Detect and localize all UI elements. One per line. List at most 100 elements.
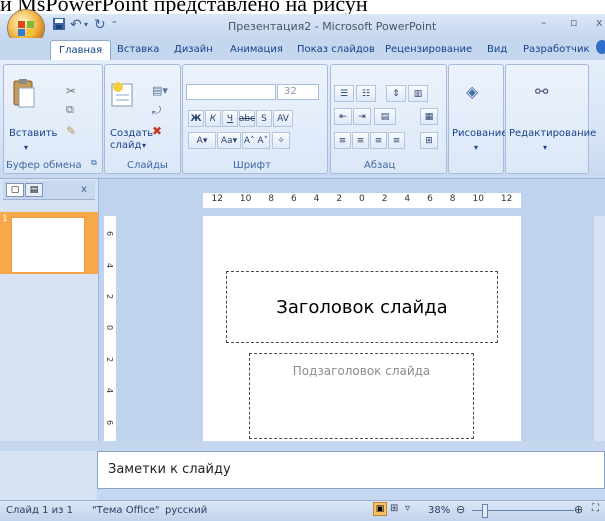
outline-tab-icon[interactable]: ▤: [25, 183, 43, 197]
change-case-button[interactable]: Aa▾: [217, 132, 241, 149]
editing-button[interactable]: Редактирование: [509, 128, 596, 139]
cropped-document-text: и MsPowerPoint представлено на рисун: [0, 0, 368, 14]
help-icon[interactable]: [596, 40, 605, 54]
tab-developer[interactable]: Разработчик: [523, 44, 590, 55]
justify-button[interactable]: ≡: [388, 132, 405, 149]
title-placeholder[interactable]: Заголовок слайда: [226, 271, 498, 343]
notes-splitter[interactable]: [0, 441, 605, 451]
slide-thumbnail[interactable]: [10, 216, 86, 274]
ruler-tick: 8: [449, 194, 456, 204]
editing-dropdown-icon[interactable]: ▾: [543, 142, 547, 153]
slideshow-view-icon[interactable]: ▿: [405, 503, 410, 514]
theme-name: "Тема Office": [92, 505, 160, 516]
ruler-tick: 2: [105, 294, 115, 300]
zoom-level[interactable]: 38%: [428, 505, 450, 516]
ruler-tick: 4: [105, 262, 115, 268]
clear-format-button[interactable]: ✧: [272, 132, 290, 149]
strikethrough-button[interactable]: abc: [239, 110, 255, 127]
font-size-field[interactable]: 32: [277, 84, 319, 100]
underline-button[interactable]: Ч: [222, 110, 238, 127]
ruler-ticks: 12 10 8 6 4 2 0 2 4 6 8 10 12: [203, 194, 521, 207]
slide-number: 1: [2, 214, 8, 224]
group-drawing: [448, 64, 504, 174]
vertical-scrollbar[interactable]: [594, 216, 605, 441]
paste-button[interactable]: Вставить: [9, 128, 57, 139]
format-painter-icon[interactable]: ✎: [66, 124, 76, 138]
tab-view[interactable]: Вид: [487, 44, 507, 55]
ruler-tick: 2: [336, 194, 343, 204]
tab-review[interactable]: Рецензирование: [385, 44, 472, 55]
ruler-tick: 8: [268, 194, 275, 204]
tab-slideshow[interactable]: Показ слайдов: [297, 44, 375, 55]
smartart-button[interactable]: ⊞: [420, 132, 438, 149]
drawing-icon[interactable]: ◈: [466, 82, 478, 101]
subtitle-placeholder[interactable]: Подзаголовок слайда: [249, 353, 474, 439]
language[interactable]: русский: [165, 505, 207, 516]
zoom-slider-thumb[interactable]: [482, 504, 488, 518]
new-slide-label[interactable]: Создать: [110, 128, 153, 139]
delete-slide-icon[interactable]: ✖: [152, 124, 162, 138]
align-left-button[interactable]: ≡: [334, 132, 351, 149]
slide-counter: Слайд 1 из 1: [6, 505, 73, 516]
tab-insert[interactable]: Вставка: [117, 44, 159, 55]
italic-button[interactable]: К: [205, 110, 221, 127]
vertical-ruler-ticks: 6 4 2 0 2 4 6: [104, 218, 116, 438]
copy-icon[interactable]: ⧉: [66, 103, 74, 117]
ruler-tick: 6: [290, 194, 297, 204]
slides-tab-icon[interactable]: ▢: [6, 183, 24, 197]
save-icon[interactable]: [52, 17, 66, 33]
drawing-button[interactable]: Рисование: [452, 128, 507, 139]
dialog-launcher-icon[interactable]: ⧉: [91, 158, 97, 168]
zoom-in-icon[interactable]: ⊕: [574, 503, 583, 516]
ruler-tick: 12: [500, 194, 513, 204]
drawing-dropdown-icon[interactable]: ▾: [474, 142, 478, 153]
paste-dropdown-icon[interactable]: ▾: [24, 142, 28, 153]
spacing-button[interactable]: AV: [273, 110, 293, 127]
redo-icon[interactable]: ↻: [94, 17, 106, 33]
reset-icon[interactable]: ⤾: [152, 104, 161, 118]
text-direction-button[interactable]: ▤: [374, 108, 396, 125]
restore-icon[interactable]: ▫: [570, 16, 577, 29]
line-spacing-button[interactable]: ⇕: [386, 85, 406, 102]
clipboard-group-label: Буфер обмена: [6, 160, 82, 171]
tab-design[interactable]: Дизайн: [174, 44, 213, 55]
ruler-tick: 12: [211, 194, 223, 204]
bold-button[interactable]: Ж: [188, 110, 204, 127]
numbering-button[interactable]: ☷: [356, 85, 376, 102]
bullets-button[interactable]: ☰: [334, 85, 354, 102]
ruler-tick: 6: [105, 231, 115, 237]
fit-window-icon[interactable]: ⛶: [592, 503, 599, 514]
new-slide-dropdown-icon[interactable]: ▾: [142, 140, 146, 151]
paste-icon[interactable]: [12, 78, 36, 110]
office-logo-icon: [18, 21, 34, 36]
increase-indent-button[interactable]: ⇥: [353, 108, 371, 125]
notes-pane[interactable]: Заметки к слайду: [97, 451, 605, 489]
minimize-icon[interactable]: –: [541, 16, 547, 29]
ruler-tick: 2: [381, 194, 388, 204]
new-slide-label-2[interactable]: слайд: [110, 140, 141, 151]
align-right-button[interactable]: ≡: [370, 132, 387, 149]
grow-font-button[interactable]: A˄ A˅: [242, 132, 270, 149]
customize-qat-icon[interactable]: ⁼: [112, 17, 117, 33]
font-color-button[interactable]: A▾: [188, 132, 216, 149]
new-slide-icon[interactable]: [110, 80, 136, 108]
pane-close-icon[interactable]: x: [81, 184, 87, 195]
tab-animation[interactable]: Анимация: [230, 44, 283, 55]
cut-icon[interactable]: ✂: [66, 84, 76, 98]
sorter-view-icon[interactable]: ⊞: [390, 503, 398, 514]
align-text-button[interactable]: ▦: [420, 108, 438, 125]
columns-button[interactable]: ▥: [408, 85, 428, 102]
undo-dropdown-icon[interactable]: ▾: [84, 17, 88, 33]
close-icon[interactable]: x: [596, 16, 603, 29]
binoculars-icon[interactable]: ⚯: [535, 82, 548, 101]
tab-home[interactable]: Главная: [50, 40, 112, 61]
normal-view-icon[interactable]: ▣: [373, 502, 387, 516]
undo-icon[interactable]: ↶: [70, 17, 82, 33]
ruler-tick: 4: [313, 194, 320, 204]
layout-icon[interactable]: ▤▾: [152, 84, 168, 97]
zoom-out-icon[interactable]: ⊖: [456, 503, 465, 516]
font-name-field[interactable]: [186, 84, 276, 100]
decrease-indent-button[interactable]: ⇤: [334, 108, 352, 125]
align-center-button[interactable]: ≡: [352, 132, 369, 149]
shadow-button[interactable]: S: [256, 110, 272, 127]
